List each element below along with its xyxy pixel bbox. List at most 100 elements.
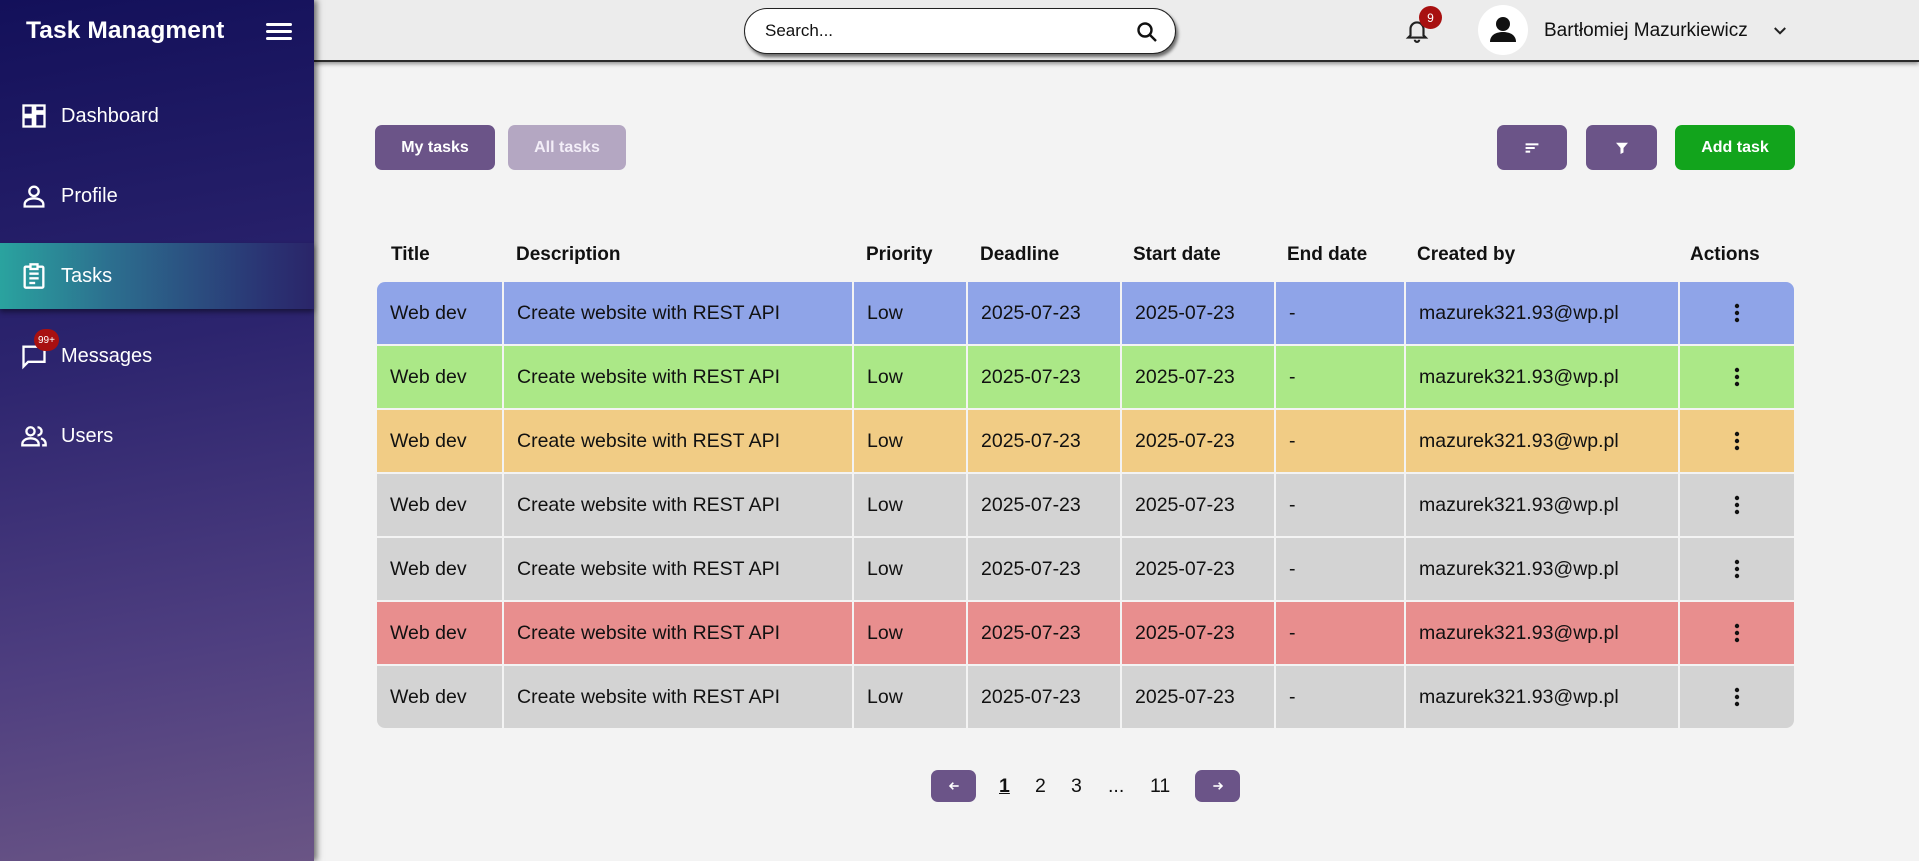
cell-end-date: - [1274, 282, 1404, 344]
table-row[interactable]: Web dev Create website with REST API Low 20… [377, 600, 1794, 664]
more-vertical-icon [1734, 495, 1740, 515]
cell-start-date: 2025-07-23 [1120, 538, 1274, 600]
table-row[interactable]: Web dev Create website with REST API Low 20… [377, 664, 1794, 728]
cell-deadline: 2025-07-23 [966, 346, 1120, 408]
sort-icon [1525, 142, 1539, 153]
column-header-deadline: Deadline [980, 244, 1060, 265]
task-table: Web dev Create website with REST API Low 20… [377, 282, 1794, 728]
cell-title: Web dev [390, 493, 467, 516]
more-vertical-icon [1734, 431, 1740, 451]
cell-description: Create website with REST API [502, 538, 852, 600]
cell-end-date: - [1274, 474, 1404, 536]
column-header-title: Title [391, 244, 430, 265]
column-header-created-by: Created by [1417, 244, 1516, 265]
row-actions-button[interactable] [1678, 410, 1794, 472]
cell-description: Create website with REST API [502, 474, 852, 536]
cell-description: Create website with REST API [502, 666, 852, 728]
dashboard-icon [22, 104, 46, 128]
page-number[interactable]: 11 [1150, 775, 1170, 798]
user-name[interactable]: Bartłomiej Mazurkiewicz [1544, 20, 1748, 42]
sidebar-item-messages[interactable]: 99+ Messages [0, 323, 314, 389]
cell-deadline: 2025-07-23 [966, 666, 1120, 728]
next-page-button[interactable] [1195, 770, 1240, 802]
cell-created-by: mazurek321.93@wp.pl [1404, 538, 1678, 600]
cell-description: Create website with REST API [502, 410, 852, 472]
sidebar-item-label: Profile [61, 184, 118, 207]
cell-priority: Low [852, 410, 966, 472]
table-row[interactable]: Web dev Create website with REST API Low 20… [377, 472, 1794, 536]
filter-button[interactable] [1586, 125, 1657, 170]
cell-start-date: 2025-07-23 [1120, 346, 1274, 408]
all-tasks-button[interactable]: All tasks [508, 125, 626, 170]
column-header-priority: Priority [866, 244, 933, 265]
sidebar-item-profile[interactable]: Profile [0, 163, 314, 229]
cell-start-date: 2025-07-23 [1120, 474, 1274, 536]
sidebar-item-tasks[interactable]: Tasks [0, 243, 314, 309]
user-avatar-icon [1490, 17, 1516, 42]
cell-title: Web dev [390, 429, 467, 452]
table-row[interactable]: Web dev Create website with REST API Low 20… [377, 282, 1794, 344]
row-actions-button[interactable] [1678, 538, 1794, 600]
cell-deadline: 2025-07-23 [966, 538, 1120, 600]
arrow-right-icon [1212, 782, 1223, 790]
column-header-description: Description [516, 244, 621, 265]
cell-end-date: - [1274, 346, 1404, 408]
cell-deadline: 2025-07-23 [966, 602, 1120, 664]
cell-priority: Low [852, 346, 966, 408]
chevron-down-icon[interactable] [1771, 22, 1789, 40]
avatar[interactable] [1478, 5, 1528, 55]
cell-created-by: mazurek321.93@wp.pl [1404, 282, 1678, 344]
cell-title: Web dev [390, 557, 467, 580]
cell-priority: Low [852, 538, 966, 600]
sidebar-item-dashboard[interactable]: Dashboard [0, 83, 314, 149]
row-actions-button[interactable] [1678, 346, 1794, 408]
column-header-start-date: Start date [1133, 244, 1221, 265]
column-header-actions: Actions [1690, 244, 1760, 265]
row-actions-button[interactable] [1678, 666, 1794, 728]
sort-button[interactable] [1497, 125, 1567, 170]
row-actions-button[interactable] [1678, 474, 1794, 536]
cell-description: Create website with REST API [502, 282, 852, 344]
cell-deadline: 2025-07-23 [966, 474, 1120, 536]
page-number[interactable]: 1 [999, 775, 1010, 798]
add-task-button[interactable]: Add task [1675, 125, 1795, 170]
cell-end-date: - [1274, 602, 1404, 664]
more-vertical-icon [1734, 303, 1740, 323]
cell-created-by: mazurek321.93@wp.pl [1404, 346, 1678, 408]
cell-start-date: 2025-07-23 [1120, 666, 1274, 728]
table-row[interactable]: Web dev Create website with REST API Low 20… [377, 536, 1794, 600]
cell-title: Web dev [390, 365, 467, 388]
cell-start-date: 2025-07-23 [1120, 282, 1274, 344]
more-vertical-icon [1734, 687, 1740, 707]
cell-deadline: 2025-07-23 [966, 282, 1120, 344]
person-icon [23, 185, 45, 208]
page-number[interactable]: 3 [1071, 775, 1082, 798]
app-title: Task Managment [26, 17, 225, 44]
cell-end-date: - [1274, 410, 1404, 472]
menu-toggle-icon[interactable] [266, 20, 292, 42]
cell-description: Create website with REST API [502, 602, 852, 664]
table-row[interactable]: Web dev Create website with REST API Low 20… [377, 408, 1794, 472]
table-header: Title Description Priority Deadline Star… [377, 244, 1794, 268]
page-number[interactable]: 2 [1035, 775, 1046, 798]
more-vertical-icon [1734, 367, 1740, 387]
row-actions-button[interactable] [1678, 602, 1794, 664]
search-box [744, 8, 1176, 54]
notification-badge: 9 [1419, 6, 1442, 29]
my-tasks-button[interactable]: My tasks [375, 125, 495, 170]
search-icon[interactable] [1135, 20, 1159, 44]
more-vertical-icon [1734, 623, 1740, 643]
search-input[interactable] [765, 19, 1125, 43]
cell-created-by: mazurek321.93@wp.pl [1404, 602, 1678, 664]
cell-title: Web dev [390, 685, 467, 708]
prev-page-button[interactable] [931, 770, 976, 802]
table-row[interactable]: Web dev Create website with REST API Low 20… [377, 344, 1794, 408]
sidebar: Task Managment Dashboard Profile Tasks 9… [0, 0, 314, 861]
cell-title: Web dev [390, 621, 467, 644]
group-icon [21, 426, 47, 447]
cell-start-date: 2025-07-23 [1120, 410, 1274, 472]
cell-description: Create website with REST API [502, 346, 852, 408]
row-actions-button[interactable] [1678, 282, 1794, 344]
sidebar-item-users[interactable]: Users [0, 403, 314, 469]
cell-start-date: 2025-07-23 [1120, 602, 1274, 664]
